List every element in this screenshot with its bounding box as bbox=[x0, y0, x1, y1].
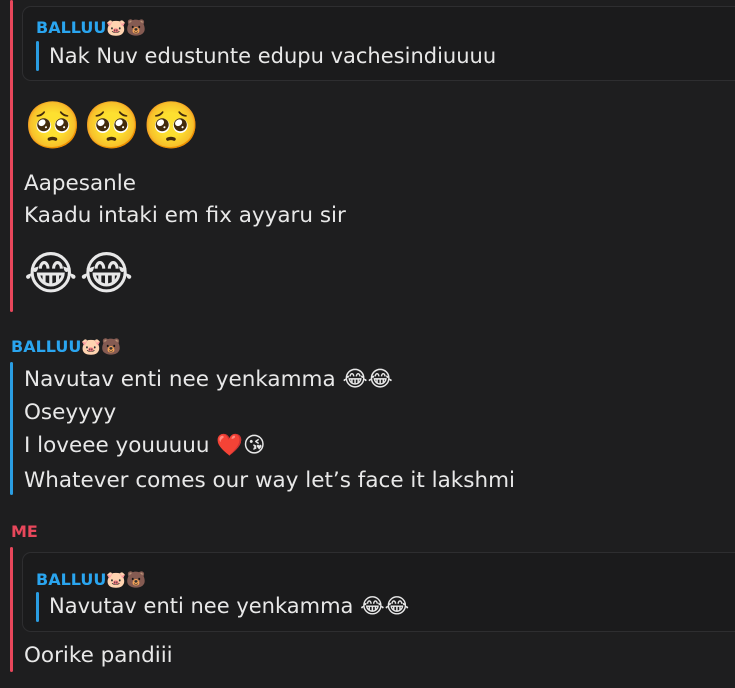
message-text: Oorike pandiii bbox=[24, 643, 173, 668]
quote-author: BALLUU🐷🐻 bbox=[36, 18, 147, 37]
message-text: Kaadu intaki em fix ayyaru sir bbox=[24, 203, 346, 228]
message-text: Aapesanle bbox=[24, 171, 136, 196]
reply-quote[interactable]: BALLUU🐷🐻 Nak Nuv edustunte edupu vachesi… bbox=[22, 6, 735, 81]
sender-name: ME bbox=[11, 522, 38, 541]
message-text: Whatever comes our way let’s face it lak… bbox=[24, 468, 516, 493]
quote-text: Nak Nuv edustunte edupu vachesindiuuuu bbox=[49, 44, 497, 68]
quote-author: BALLUU🐷🐻 bbox=[36, 570, 147, 589]
me-message-bar bbox=[10, 0, 13, 312]
message-text: Oseyyyy bbox=[24, 400, 117, 425]
message-text: I loveee youuuuu ❤️😘 bbox=[24, 433, 266, 458]
pleading-emoji-message: 🥺🥺🥺 bbox=[24, 98, 202, 152]
chat-thread: BALLUU🐷🐻 Nak Nuv edustunte edupu vachesi… bbox=[0, 0, 735, 688]
message-text: Navutav enti nee yenkamma 😂😂 bbox=[24, 367, 393, 392]
sender-name: BALLUU🐷🐻 bbox=[11, 337, 122, 356]
friend-message-bar bbox=[10, 362, 13, 495]
reply-quote[interactable]: BALLUU🐷🐻 Navutav enti nee yenkamma 😂😂 bbox=[22, 552, 735, 632]
laughing-emoji-message: 😂😂 bbox=[24, 246, 136, 300]
quote-bar bbox=[36, 592, 39, 622]
me-message-bar bbox=[10, 547, 13, 672]
quote-text: Navutav enti nee yenkamma 😂😂 bbox=[49, 594, 410, 618]
quote-bar bbox=[36, 41, 39, 71]
